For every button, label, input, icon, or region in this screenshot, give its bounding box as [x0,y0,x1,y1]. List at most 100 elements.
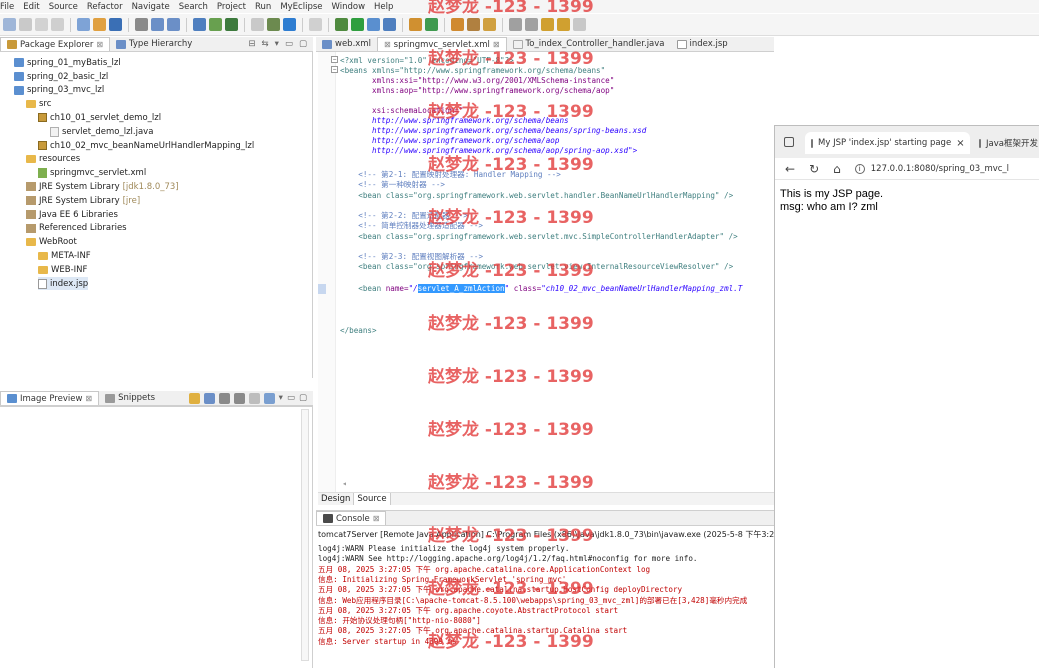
tab-image-preview[interactable]: Image Preview ⊠ [0,391,100,405]
tab-design[interactable]: Design [318,493,355,505]
view-menu-icon[interactable]: ▾ [279,393,283,403]
fit-icon[interactable] [203,392,215,404]
tree-item[interactable]: ch10_01_servlet_demo_lzl [38,111,161,125]
tab-type-hierarchy[interactable]: Type Hierarchy [110,37,198,51]
close-icon[interactable]: ⊠ [384,40,391,49]
tab-actions-icon[interactable] [784,137,794,147]
open-task-icon[interactable] [451,18,464,31]
package-icon[interactable] [109,18,122,31]
tab-package-explorer[interactable]: Package Explorer ⊠ [0,37,111,51]
annotation-icon[interactable] [467,18,480,31]
tab-web-xml[interactable]: web.xml [316,37,377,51]
tab-index-jsp[interactable]: index.jsp [671,37,734,51]
refresh-icon[interactable] [188,392,200,404]
server-icon[interactable] [135,18,148,31]
tree-item[interactable]: spring_01_myBatis_lzl [14,56,121,70]
resize-icon[interactable] [263,392,275,404]
print-icon[interactable] [51,18,64,31]
selected-text[interactable]: servlet_A_zmlAction [417,284,505,293]
tree-item[interactable]: JRE System Library [jdk1.8.0_73] [26,180,179,194]
zoom-in-icon[interactable] [233,392,245,404]
zoom-out-icon[interactable] [218,392,230,404]
close-tab-icon[interactable]: × [956,138,964,149]
menu-file[interactable]: File [0,2,14,12]
info-icon[interactable]: i [854,163,865,174]
forward-icon[interactable] [573,18,586,31]
back-icon[interactable]: ← [785,162,795,176]
tab-snippets[interactable]: Snippets [99,391,161,405]
tree-item[interactable]: META-INF [38,249,91,263]
address-bar[interactable]: i 127.0.0.1:8080/spring_03_mvc_l [854,163,1009,174]
save-icon[interactable] [19,18,32,31]
new-icon[interactable] [3,18,16,31]
last-edit-icon[interactable] [541,18,554,31]
scroll-left-icon[interactable]: ◂ [342,479,347,488]
browser-tab[interactable]: Java框架开发 [973,132,1039,154]
fold-toggle-icon[interactable]: − [331,66,338,73]
minimize-icon[interactable]: ▭ [287,393,295,403]
minimize-icon[interactable]: ▭ [285,39,293,49]
new-class-icon[interactable] [409,18,422,31]
tree-item[interactable]: WebRoot [26,235,77,249]
new-interface-icon[interactable] [425,18,438,31]
close-icon[interactable]: ⊠ [373,514,380,523]
search-icon[interactable] [483,18,496,31]
back-icon[interactable] [557,18,570,31]
tab-source[interactable]: Source [354,493,391,505]
close-icon[interactable]: ⊠ [85,394,92,403]
menu-search[interactable]: Search [179,2,208,12]
menu-source[interactable]: Source [49,2,78,12]
link-editor-icon[interactable]: ⇆ [262,39,269,49]
menu-edit[interactable]: Edit [23,2,39,12]
tab-springmvc-servlet-xml[interactable]: ⊠ springmvc_servlet.xml ⊠ [376,37,507,51]
prev-annotation-icon[interactable] [525,18,538,31]
menu-run[interactable]: Run [255,2,271,12]
menu-myeclipse[interactable]: MyEclipse [280,2,322,12]
terminal-icon[interactable] [309,18,322,31]
tree-item[interactable]: Referenced Libraries [26,222,127,236]
menu-help[interactable]: Help [374,2,393,12]
tree-item[interactable]: servlet_demo_lzl.java [50,125,153,139]
globe-icon[interactable] [225,18,238,31]
tree-item[interactable]: spring_02_basic_lzl [14,70,108,84]
database-icon[interactable] [267,18,280,31]
close-icon[interactable]: ⊠ [493,40,500,49]
tree-item[interactable]: index.jsp [38,276,89,291]
scrollbar[interactable] [301,409,309,661]
view-menu-icon[interactable]: ▾ [275,39,279,49]
close-icon[interactable]: ⊠ [96,40,103,49]
tree-item[interactable]: JRE System Library [jre] [26,194,140,208]
coverage-icon[interactable] [383,18,396,31]
grid-icon[interactable] [248,392,260,404]
home-icon[interactable]: ⌂ [833,162,841,176]
external-tools-icon[interactable] [367,18,380,31]
tree-item[interactable]: springmvc_servlet.xml [38,166,146,180]
web-icon[interactable] [193,18,206,31]
menu-project[interactable]: Project [217,2,246,12]
tab-controller-java[interactable]: To_index_Controller_handler.java [507,37,671,51]
run-server-icon[interactable] [167,18,180,31]
save-all-icon[interactable] [35,18,48,31]
wizard-icon[interactable] [251,18,264,31]
maximize-icon[interactable]: ▢ [299,393,307,403]
tree-item[interactable]: resources [26,153,80,167]
run-icon[interactable] [351,18,364,31]
fold-toggle-icon[interactable]: − [331,56,338,63]
open-type-icon[interactable] [93,18,106,31]
reload-icon[interactable]: ↻ [809,162,819,176]
profile-icon[interactable] [283,18,296,31]
menu-refactor[interactable]: Refactor [87,2,123,12]
tree-item[interactable]: WEB-INF [38,263,87,277]
tree-item[interactable]: Java EE 6 Libraries [26,208,118,222]
tab-console[interactable]: Console ⊠ [316,511,387,525]
next-annotation-icon[interactable] [509,18,522,31]
debug-icon[interactable] [335,18,348,31]
menu-window[interactable]: Window [332,2,366,12]
xml-editor[interactable]: − − <?xml version="1.0" encoding="UTF-8"… [318,52,774,492]
browser-tab-active[interactable]: My JSP 'index.jsp' starting page × [805,132,970,154]
maximize-icon[interactable]: ▢ [299,39,307,49]
menu-navigate[interactable]: Navigate [132,2,170,12]
tree-item[interactable]: spring_03_mvc_lzl [14,84,104,98]
collapse-all-icon[interactable]: ⊟ [248,39,255,49]
deploy-icon[interactable] [151,18,164,31]
